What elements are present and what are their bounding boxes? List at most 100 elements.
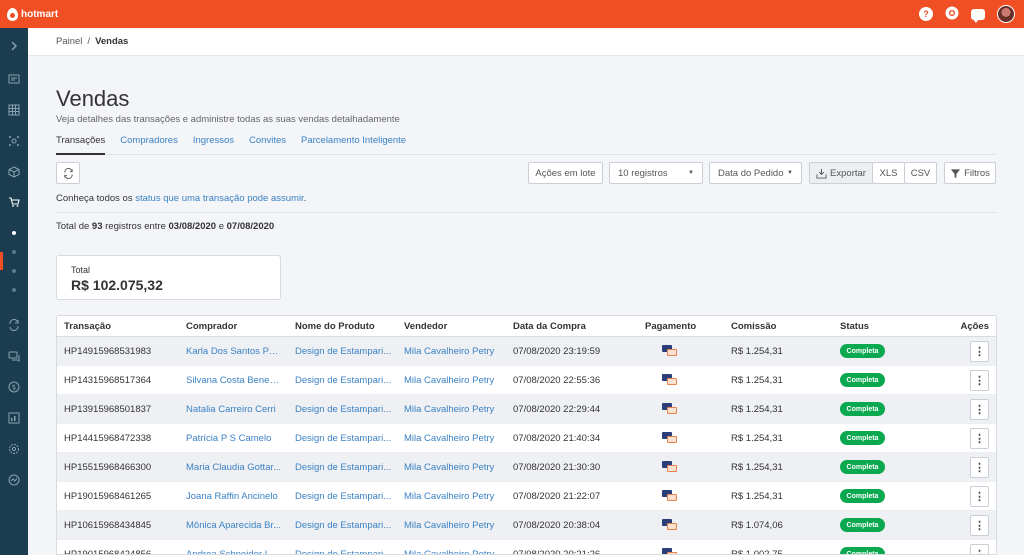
row-actions-button[interactable]: ⋮ (970, 370, 989, 391)
transaction-id[interactable]: HP19015968424856 (64, 549, 182, 555)
breadcrumb-parent[interactable]: Painel (56, 36, 82, 47)
xls-button[interactable]: XLS (872, 162, 905, 184)
row-actions-button[interactable]: ⋮ (970, 457, 989, 478)
col-status[interactable]: Status (840, 321, 940, 332)
buyer-link[interactable]: Silvana Costa Benevi... (186, 375, 282, 386)
transaction-id[interactable]: HP19015968461265 (64, 491, 182, 502)
support-icon[interactable] (945, 6, 959, 23)
seller-link[interactable]: Mila Cavalheiro Petry (404, 462, 504, 473)
col-buyer[interactable]: Comprador (186, 321, 282, 332)
seller-link[interactable]: Mila Cavalheiro Petry (404, 549, 504, 555)
table-row[interactable]: HP14315968517364 Silvana Costa Benevi... D… (57, 366, 996, 395)
buyer-link[interactable]: Mônica Aparecida Br... (186, 520, 282, 531)
col-transaction[interactable]: Transação (64, 321, 182, 332)
submenu-dot[interactable] (12, 269, 16, 273)
table-row[interactable]: HP10615968434845 Mônica Aparecida Br... De… (57, 511, 996, 540)
refresh-button[interactable] (56, 162, 80, 184)
row-actions-button[interactable]: ⋮ (970, 341, 989, 362)
transaction-id[interactable]: HP15515968466300 (64, 462, 182, 473)
active-indicator (0, 252, 3, 270)
seller-link[interactable]: Mila Cavalheiro Petry (404, 346, 504, 357)
finance-icon[interactable]: $ (0, 377, 28, 397)
buyer-link[interactable]: Patrícia P S Camelo (186, 433, 282, 444)
seller-link[interactable]: Mila Cavalheiro Petry (404, 375, 504, 386)
table-row[interactable]: HP13915968501837 Natalia Carreiro Cerri De… (57, 395, 996, 424)
transaction-id[interactable]: HP14415968472338 (64, 433, 182, 444)
buyer-link[interactable]: Maria Claudia Gottar... (186, 462, 282, 473)
product-link[interactable]: Design de Estampari... (295, 462, 393, 473)
tab-parcelamento-inteligente[interactable]: Parcelamento Inteligente (301, 135, 406, 155)
transaction-id[interactable]: HP13915968501837 (64, 404, 182, 415)
col-commission[interactable]: Comissão (731, 321, 821, 332)
analytics-icon[interactable] (0, 470, 28, 490)
hotmart-logo[interactable]: hotmart (0, 7, 59, 21)
col-seller[interactable]: Vendedor (404, 321, 504, 332)
date-filter-select[interactable]: Data do Pedido ▼ (709, 162, 802, 184)
buyer-link[interactable]: Joana Raffin Ancinelo (186, 491, 282, 502)
seller-link[interactable]: Mila Cavalheiro Petry (404, 520, 504, 531)
table-row[interactable]: HP14415968472338 Patrícia P S Camelo Desig… (57, 424, 996, 453)
product-link[interactable]: Design de Estampari... (295, 346, 393, 357)
submenu-dot[interactable] (12, 250, 16, 254)
table-row[interactable]: HP15515968466300 Maria Claudia Gottar... D… (57, 453, 996, 482)
product-link[interactable]: Design de Estampari... (295, 549, 393, 555)
table-row[interactable]: HP14915968531983 Karla Dos Santos Per... D… (57, 337, 996, 366)
buyer-link[interactable]: Natalia Carreiro Cerri (186, 404, 282, 415)
col-date[interactable]: Data da Compra (513, 321, 633, 332)
grid-icon[interactable] (0, 100, 28, 120)
page-size-select[interactable]: 10 registros ▼ (609, 162, 703, 184)
network-icon[interactable] (0, 131, 28, 151)
csv-button[interactable]: CSV (904, 162, 937, 184)
chat-icon[interactable] (971, 8, 985, 23)
row-actions-button[interactable]: ⋮ (970, 544, 989, 554)
row-actions-button[interactable]: ⋮ (970, 428, 989, 449)
tab-convites[interactable]: Convites (249, 135, 286, 155)
row-actions-button[interactable]: ⋮ (970, 515, 989, 536)
cart-icon[interactable] (0, 192, 28, 212)
avatar[interactable] (997, 5, 1015, 23)
row-actions-button[interactable]: ⋮ (970, 486, 989, 507)
product-link[interactable]: Design de Estampari... (295, 375, 393, 386)
submenu-dot-active[interactable] (12, 231, 16, 235)
credit-card-icon (662, 432, 677, 443)
filters-label: Filtros (964, 167, 990, 179)
dashboard-icon[interactable] (0, 69, 28, 89)
sync-icon[interactable] (0, 315, 28, 335)
product-link[interactable]: Design de Estampari... (295, 520, 393, 531)
submenu-dot[interactable] (12, 288, 16, 292)
help-icon[interactable]: ? (919, 7, 933, 21)
tab-compradores[interactable]: Compradores (120, 135, 178, 155)
product-link[interactable]: Design de Estampari... (295, 404, 393, 415)
tab-ingressos[interactable]: Ingressos (193, 135, 234, 155)
buyer-link[interactable]: Karla Dos Santos Per... (186, 346, 282, 357)
export-button[interactable]: Exportar (809, 162, 873, 184)
messages-icon[interactable] (0, 346, 28, 366)
table-row[interactable]: HP19015968424856 Andrea Schneider Lo... De… (57, 540, 996, 555)
seller-link[interactable]: Mila Cavalheiro Petry (404, 404, 504, 415)
brand-name: hotmart (21, 8, 59, 20)
product-box-icon[interactable] (0, 162, 28, 182)
col-product[interactable]: Nome do Produto (295, 321, 393, 332)
col-actions: Ações (960, 320, 989, 332)
seller-link[interactable]: Mila Cavalheiro Petry (404, 433, 504, 444)
filters-button[interactable]: Filtros (944, 162, 996, 184)
product-link[interactable]: Design de Estampari... (295, 491, 393, 502)
seller-link[interactable]: Mila Cavalheiro Petry (404, 491, 504, 502)
col-payment[interactable]: Pagamento (645, 321, 705, 332)
expand-sidebar-icon[interactable] (0, 36, 28, 56)
row-actions-button[interactable]: ⋮ (970, 399, 989, 420)
summary-end-date: 07/08/2020 (226, 221, 275, 232)
product-link[interactable]: Design de Estampari... (295, 433, 393, 444)
settings-icon[interactable] (0, 439, 28, 459)
tab-transacoes[interactable]: Transações (56, 135, 106, 155)
batch-actions-button[interactable]: Ações em lote (528, 162, 603, 184)
transaction-id[interactable]: HP10615968434845 (64, 520, 182, 531)
status-info: Conheça todos os status que uma transaçã… (56, 193, 306, 204)
transaction-id[interactable]: HP14915968531983 (64, 346, 182, 357)
transaction-id[interactable]: HP14315968517364 (64, 375, 182, 386)
page-title: Vendas (56, 86, 130, 111)
status-info-link[interactable]: status que uma transação pode assumir (135, 193, 303, 204)
buyer-link[interactable]: Andrea Schneider Lo... (186, 549, 282, 555)
reports-icon[interactable] (0, 408, 28, 428)
table-row[interactable]: HP19015968461265 Joana Raffin Ancinelo Des… (57, 482, 996, 511)
